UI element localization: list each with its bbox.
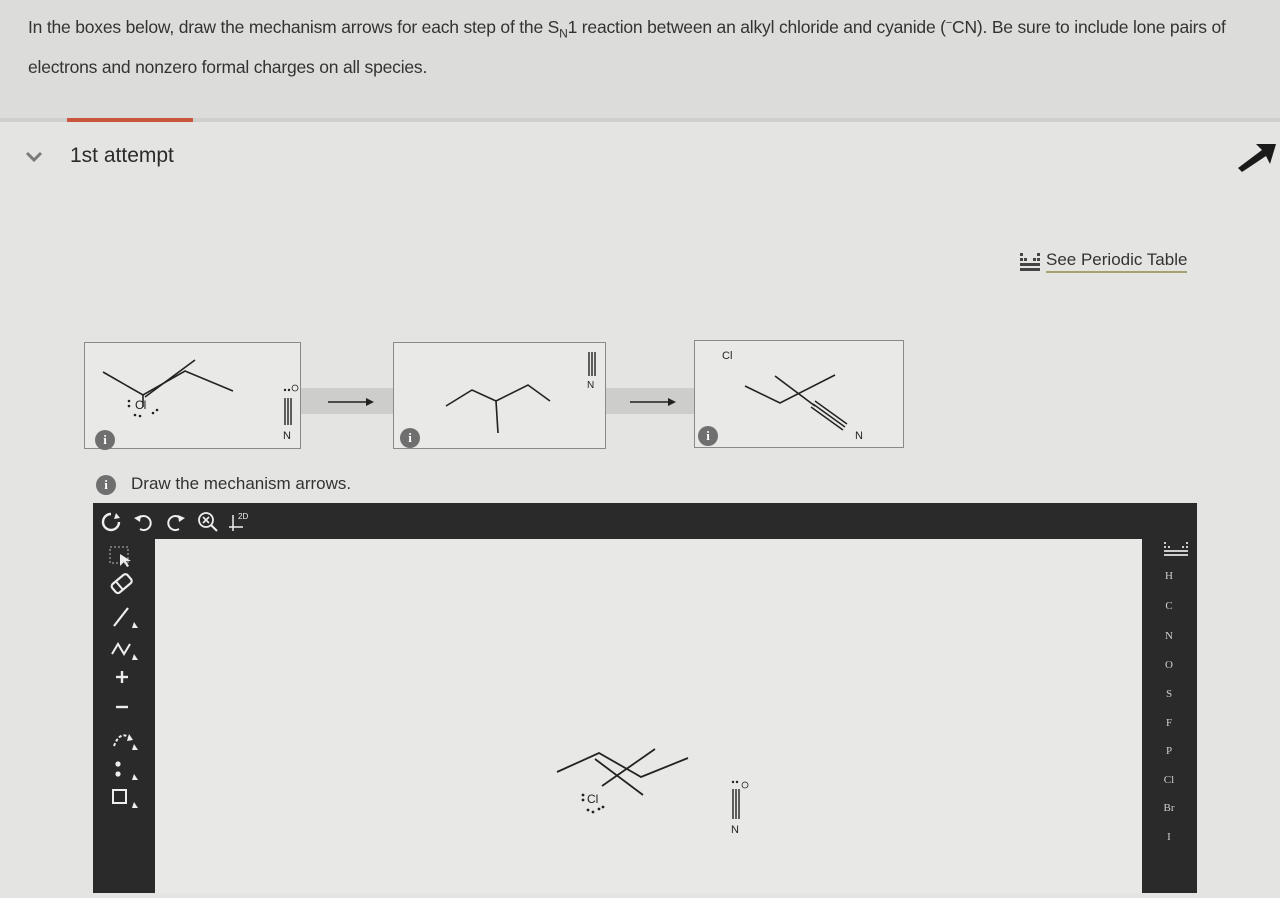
periodic-table-label[interactable]: See Periodic Table [1046, 250, 1188, 273]
scheme-box-reactants[interactable]: Cl N [84, 342, 301, 449]
element-button-h[interactable]: H [1152, 570, 1186, 582]
scheme-box-product[interactable]: Cl N [694, 340, 904, 448]
cl-atom-label: Cl [135, 398, 146, 412]
attempt-tab-indicator [67, 118, 193, 122]
lone-pair-icon[interactable] [104, 756, 140, 782]
chevron-down-icon[interactable] [24, 150, 44, 164]
cl-atom-label: Cl [587, 792, 598, 806]
info-icon[interactable]: i [400, 428, 420, 448]
alkyl-chloride-structure: Cl N [102, 359, 299, 442]
periodic-table-link[interactable]: See Periodic Table [1020, 250, 1188, 273]
info-icon[interactable]: i [95, 430, 115, 450]
element-button-s[interactable]: S [1152, 688, 1186, 700]
question-panel: In the boxes below, draw the mechanism a… [0, 0, 1280, 118]
info-icon[interactable]: i [698, 426, 718, 446]
undo-icon[interactable] [132, 511, 154, 533]
positive-charge-icon[interactable] [104, 664, 140, 690]
n-atom-label: N [855, 430, 863, 442]
element-button-i[interactable]: I [1152, 831, 1186, 843]
n-atom-label: N [731, 824, 739, 836]
negative-charge-icon[interactable] [104, 694, 140, 720]
template-label: 2D [238, 512, 249, 521]
canvas-structures: Cl N [556, 748, 749, 836]
cl-atom-label: Cl [722, 350, 732, 362]
shape-icon[interactable] [104, 784, 140, 810]
carbocation-structure: N [445, 352, 596, 434]
eraser-icon[interactable] [104, 571, 140, 597]
periodic-table-icon [1020, 252, 1040, 271]
element-button-cl[interactable]: Cl [1152, 774, 1186, 786]
periodic-table-icon[interactable] [1162, 540, 1192, 558]
select-icon[interactable] [104, 544, 140, 570]
reaction-arrow-icon [328, 398, 374, 406]
collapse-arrow-icon[interactable] [1236, 138, 1278, 174]
element-button-br[interactable]: Br [1152, 802, 1186, 814]
zoom-icon[interactable] [197, 511, 219, 533]
nitrile-product-structure: Cl N [722, 350, 863, 442]
reaction-arrow-icon [630, 398, 676, 406]
curved-arrow-icon[interactable] [104, 726, 140, 752]
clear-icon[interactable] [100, 511, 122, 533]
scheme-box-intermediate[interactable]: N [393, 342, 606, 449]
instruction-label: Draw the mechanism arrows. [131, 474, 352, 493]
element-button-o[interactable]: O [1152, 659, 1186, 671]
template-button[interactable]: 2D [229, 511, 251, 538]
element-button-c[interactable]: C [1152, 600, 1186, 612]
attempt-title[interactable]: 1st attempt [70, 144, 174, 168]
n-atom-label: N [587, 380, 594, 391]
n-atom-label: N [283, 430, 291, 442]
element-button-n[interactable]: N [1152, 630, 1186, 642]
redo-icon[interactable] [165, 511, 187, 533]
chain-icon[interactable] [104, 636, 140, 662]
question-text: In the boxes below, draw the mechanism a… [28, 16, 1226, 78]
editor-toolbar [93, 503, 1197, 539]
bond-icon[interactable] [104, 604, 140, 630]
element-button-p[interactable]: P [1152, 745, 1186, 757]
drawing-canvas[interactable]: Cl N [155, 539, 1142, 893]
info-icon[interactable]: i [96, 475, 116, 495]
element-button-f[interactable]: F [1152, 717, 1186, 729]
